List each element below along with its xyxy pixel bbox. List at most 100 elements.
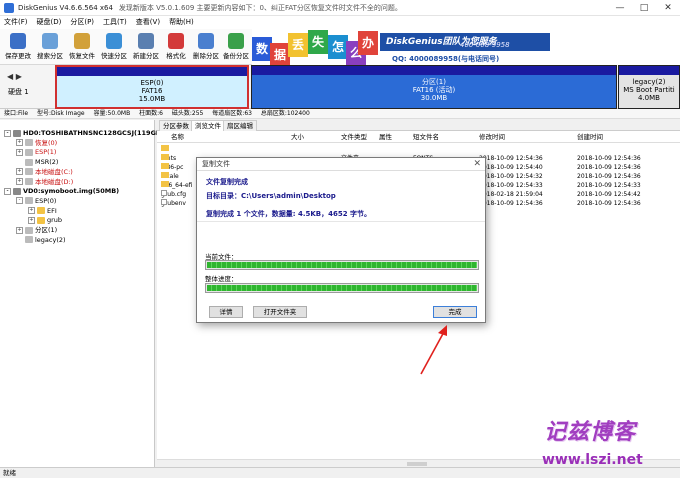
disk-nav-arrows[interactable]: ◀ ▶ (7, 72, 22, 81)
tab-sector-editor[interactable]: 扇区编辑 (223, 120, 257, 131)
file-ctime: 2018-10-09 12:54:36 (577, 200, 641, 207)
tree-item[interactable]: + 本地磁盘(C:) (16, 167, 73, 177)
target-directory: 目标目录：C:\Users\admin\Desktop (206, 192, 336, 200)
menu-tools[interactable]: 工具(T) (103, 16, 127, 29)
tab-browse-files[interactable]: 浏览文件 (191, 120, 225, 131)
tree-item[interactable]: + EFI (28, 206, 57, 216)
collapse-icon[interactable]: - (4, 129, 11, 137)
quick-partition-icon (106, 33, 122, 49)
info-model: 型号:Disk Image (36, 110, 85, 117)
partition-icon (25, 178, 33, 185)
collapse-icon[interactable]: - (4, 187, 11, 195)
collapse-icon[interactable]: - (16, 197, 23, 205)
segment-size: 15.0MB (138, 95, 166, 103)
menu-view[interactable]: 查看(V) (136, 16, 160, 29)
menu-partition[interactable]: 分区(P) (70, 16, 94, 29)
minimize-icon[interactable]: — (608, 0, 632, 16)
col-size[interactable]: 大小 (291, 132, 304, 143)
segment-size: 4.0MB (638, 94, 660, 102)
col-type[interactable]: 文件类型 (341, 132, 367, 143)
partition-icon (25, 236, 33, 244)
search-partition-button[interactable]: 搜索分区 (36, 31, 64, 63)
menu-file[interactable]: 文件(F) (4, 16, 28, 29)
file-mtime: 2018-10-09 12:54:40 (479, 164, 543, 171)
tree-item[interactable]: + 本地磁盘(D:) (16, 177, 73, 187)
update-notice[interactable]: 发现新版本 V5.0.1.609 主要更新内容如下：0、纠正FAT分区恢复文件时… (119, 4, 402, 12)
tree-item[interactable]: + grub (28, 215, 62, 225)
expand-icon[interactable]: + (16, 226, 23, 234)
menu-disk[interactable]: 硬盘(D) (37, 16, 62, 29)
recover-files-button[interactable]: 恢复文件 (68, 31, 96, 63)
expand-icon[interactable]: + (16, 148, 23, 156)
copy-done-text: 文件复制完成 (206, 178, 248, 186)
segment-name: 分区(1) (422, 78, 446, 86)
tree-item[interactable]: MSR(2) (16, 157, 58, 167)
details-button[interactable]: 详情 (209, 306, 243, 318)
save-changes-button[interactable]: 保存更改 (4, 31, 32, 63)
partition-icon (25, 168, 33, 176)
tree-item-label: HD0:TOSHIBATHNSNC128GCSJ(119GB) (23, 129, 164, 137)
watermark: 记兹博客 www.lszi.net (528, 414, 678, 474)
expand-icon[interactable]: + (16, 139, 23, 147)
menu-help[interactable]: 帮助(H) (169, 16, 194, 29)
dialog-header: 文件复制完成 目标目录：C:\Users\admin\Desktop 复制完成 … (197, 171, 485, 222)
tree-item[interactable]: - ESP(0) (16, 196, 56, 206)
banner-char: 失 (308, 30, 328, 54)
col-name[interactable]: 名称 (171, 132, 184, 143)
tree-item-label: legacy(2) (35, 235, 66, 244)
banner-char: 据 (270, 43, 290, 65)
tree-item[interactable]: + 恢复(0) (16, 138, 57, 148)
file-icon (161, 190, 167, 196)
open-folder-button[interactable]: 打开文件夹 (253, 306, 307, 318)
partition-segment-1[interactable]: 分区(1) FAT16 (活动) 30.0MB (251, 65, 617, 109)
segment-name: ESP(0) (140, 79, 164, 87)
segment-usage-bar (619, 66, 679, 75)
overall-progress-fill (207, 285, 477, 291)
file-ctime: 2018-10-09 12:54:36 (577, 164, 641, 171)
partition-segment-legacy[interactable]: legacy(2) MS Boot Partiti 4.0MB (618, 65, 680, 109)
info-interface: 接口:File (4, 110, 29, 117)
expand-icon[interactable]: + (16, 178, 23, 185)
ad-banner[interactable]: 数 据 丢 失 怎 么 办 DiskGenius团队为您服务 400-008-9… (252, 29, 680, 65)
file-mtime: 2018-10-09 12:54:36 (479, 155, 543, 162)
partition-segment-esp[interactable]: ESP(0) FAT16 15.0MB (55, 65, 249, 109)
file-row[interactable]: .. (157, 145, 680, 154)
expand-icon[interactable]: + (28, 216, 35, 224)
tab-bar: 分区参数 浏览文件 扇区编辑 (157, 120, 680, 131)
col-modified[interactable]: 修改时间 (479, 132, 505, 143)
expand-icon[interactable]: + (16, 168, 23, 176)
copy-summary: 复制完成 1 个文件，数据量: 4.5KB，4652 字节。 (206, 210, 372, 218)
file-name: grub.cfg (161, 190, 186, 199)
tree-item[interactable]: + 分区(1) (16, 225, 57, 235)
file-name: x86_64-efi (161, 181, 192, 190)
maximize-icon[interactable]: □ (632, 0, 656, 16)
tree-item[interactable]: - VD0:symoboot.img(50MB) (4, 186, 119, 196)
app-icon (4, 3, 14, 13)
tree-item[interactable]: legacy(2) (16, 235, 66, 245)
close-icon[interactable]: ✕ (656, 0, 680, 16)
tree-item[interactable]: - HD0:TOSHIBATHNSNC128GCSJ(119GB) (4, 128, 164, 138)
col-short-name[interactable]: 短文件名 (413, 132, 439, 143)
backup-partition-button[interactable]: 备份分区 (222, 31, 250, 63)
quick-partition-button[interactable]: 快速分区 (100, 31, 128, 63)
search-icon (42, 33, 58, 49)
close-icon[interactable]: ✕ (473, 158, 481, 171)
tree-item[interactable]: + ESP(1) (16, 147, 56, 157)
expand-icon[interactable]: + (28, 207, 35, 215)
menu-bar: 文件(F) 硬盘(D) 分区(P) 工具(T) 查看(V) 帮助(H) (0, 16, 680, 29)
col-created[interactable]: 创建时间 (577, 132, 603, 143)
file-mtime: 2018-02-18 21:59:04 (479, 191, 543, 198)
segment-fs: FAT16 (活动) (412, 86, 456, 94)
col-attr[interactable]: 属性 (379, 132, 392, 143)
scroll-thumb[interactable] (407, 462, 427, 466)
watermark-url: www.lszi.net (542, 452, 643, 468)
segment-info: ESP(0) FAT16 15.0MB (57, 76, 247, 103)
done-button[interactable]: 完成 (433, 306, 477, 318)
tab-partition-params[interactable]: 分区参数 (159, 120, 193, 131)
tree-item-label: VD0:symoboot.img(50MB) (23, 187, 120, 196)
info-sectors-per-track: 每道扇区数:63 (212, 110, 252, 117)
segment-usage-bar (57, 67, 247, 76)
file-mtime: 2018-10-09 12:54:36 (479, 200, 543, 207)
file-list-header: 名称 大小 文件类型 属性 短文件名 修改时间 创建时间 (157, 132, 680, 143)
